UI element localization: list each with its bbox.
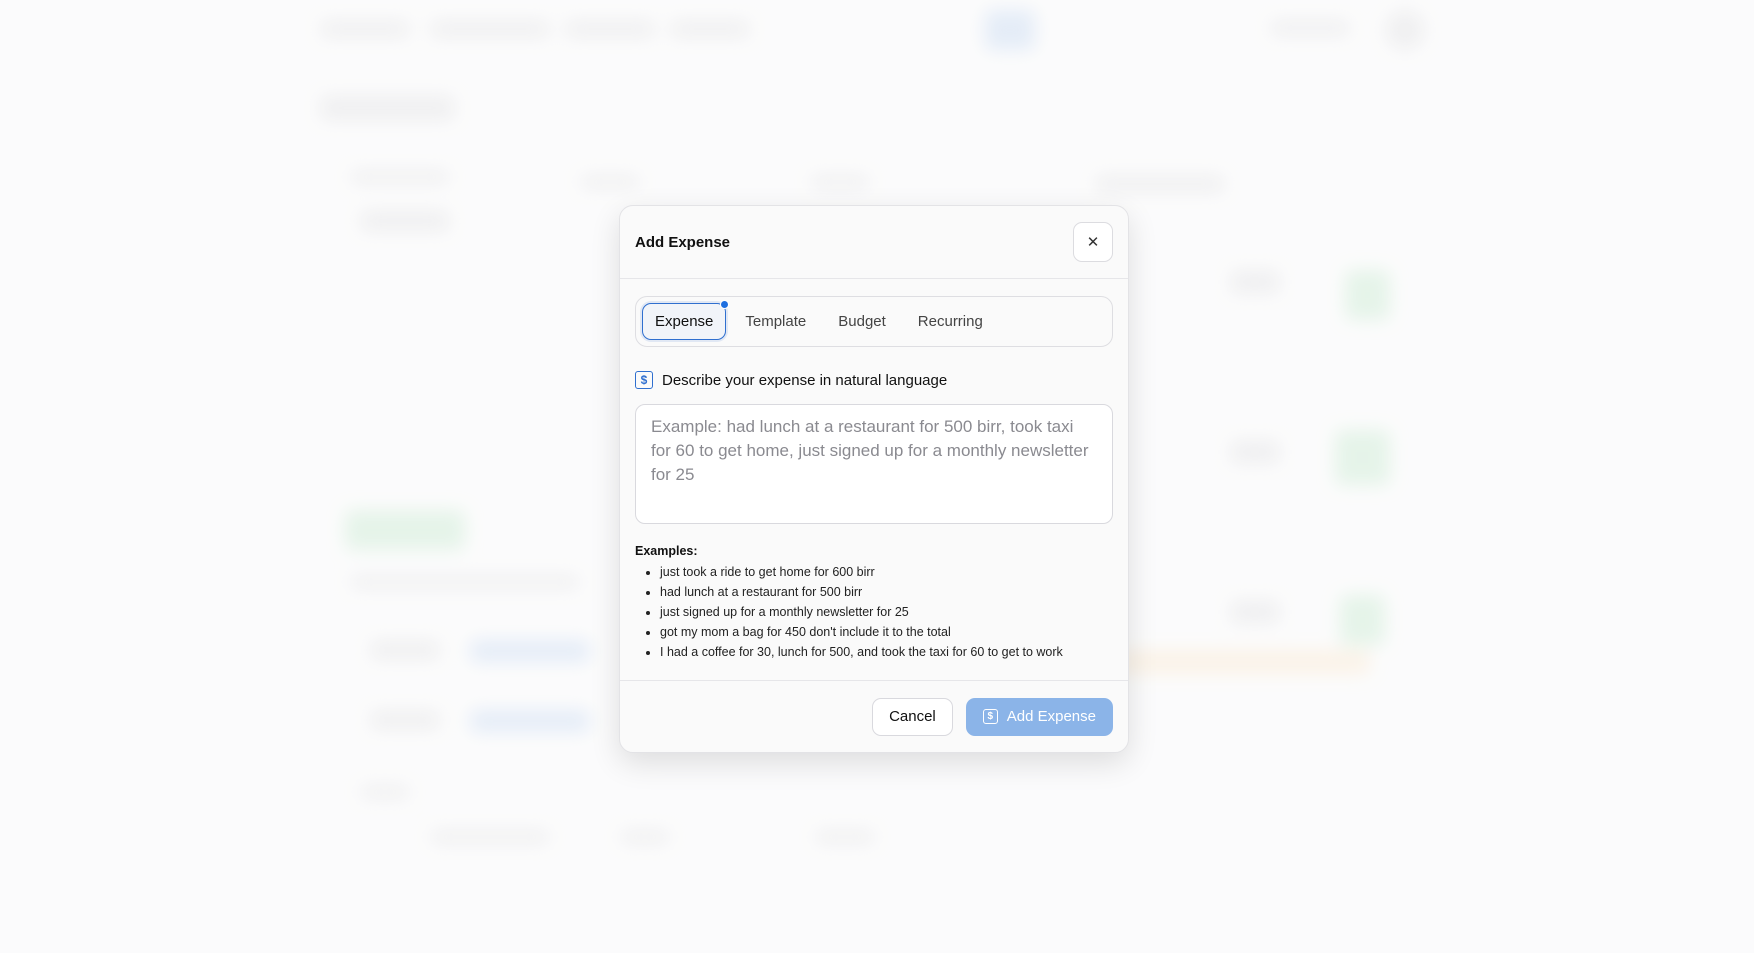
examples-title: Examples:	[635, 544, 698, 558]
dialog-header: Add Expense ✕	[620, 206, 1128, 279]
list-item: had lunch at a restaurant for 500 birr	[660, 582, 1113, 602]
add-expense-dialog: Add Expense ✕ Expense Template Budget Re…	[619, 205, 1129, 753]
tab-budget[interactable]: Budget	[825, 303, 899, 340]
money-icon: $	[635, 371, 653, 389]
tab-label: Recurring	[917, 313, 983, 330]
list-item: just took a ride to get home for 600 bir…	[660, 562, 1113, 582]
money-icon: $	[982, 709, 998, 724]
expense-description-input[interactable]	[635, 404, 1113, 524]
close-icon: ✕	[1086, 234, 1100, 251]
dialog-title: Add Expense	[635, 233, 731, 251]
natural-language-label: $ Describe your expense in natural langu…	[635, 371, 1113, 389]
tab-template[interactable]: Template	[732, 303, 819, 340]
dialog-footer: Cancel $ Add Expense	[620, 680, 1128, 752]
add-expense-label: Add Expense	[1006, 708, 1096, 725]
examples-list: just took a ride to get home for 600 bir…	[635, 562, 1113, 662]
section-label-text: Describe your expense in natural languag…	[662, 371, 948, 389]
tab-label: Expense	[655, 313, 714, 330]
add-expense-button[interactable]: $ Add Expense	[965, 697, 1113, 736]
tab-bar: Expense Template Budget Recurring	[635, 296, 1113, 347]
list-item: I had a coffee for 30, lunch for 500, an…	[660, 642, 1113, 662]
tab-recurring[interactable]: Recurring	[905, 303, 996, 340]
examples-section: Examples: just took a ride to get home f…	[635, 544, 1113, 662]
tab-label: Template	[745, 313, 807, 330]
cancel-button[interactable]: Cancel	[872, 697, 953, 736]
active-indicator-dot	[720, 300, 730, 309]
list-item: just signed up for a monthly newsletter …	[660, 602, 1113, 622]
tab-label: Budget	[838, 313, 886, 330]
close-button[interactable]: ✕	[1073, 222, 1113, 262]
list-item: got my mom a bag for 450 don't include i…	[660, 622, 1113, 642]
tab-expense[interactable]: Expense	[642, 300, 730, 340]
cancel-label: Cancel	[889, 708, 936, 725]
